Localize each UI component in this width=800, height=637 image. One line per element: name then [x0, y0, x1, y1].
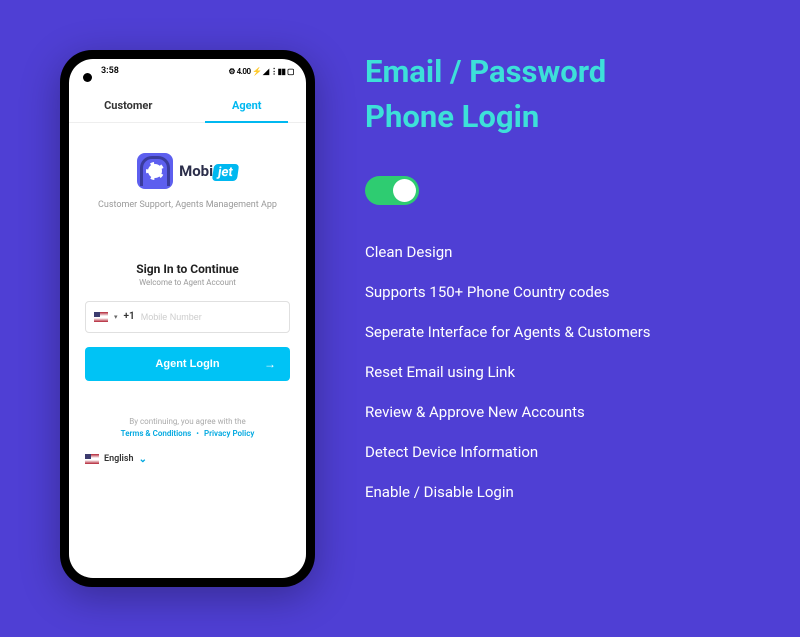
- logo-icon: [137, 153, 173, 189]
- feature-item: Detect Device Information: [365, 443, 760, 461]
- status-bar: 3:58 ⚙ 4.00 ⚡ ◢ ⋮▮▮ ▢: [69, 59, 306, 83]
- camera-dot: [83, 73, 92, 82]
- tabs: Customer Agent: [69, 83, 306, 123]
- feature-panel: Email / Password Phone Login Clean Desig…: [315, 50, 760, 597]
- phone-mockup: 3:58 ⚙ 4.00 ⚡ ◢ ⋮▮▮ ▢ Customer Agent Mob…: [60, 50, 315, 587]
- toggle-knob: [393, 179, 416, 202]
- country-flag-icon[interactable]: [94, 312, 108, 322]
- signin-subtitle: Welcome to Agent Account: [85, 278, 290, 287]
- arrow-right-icon: →: [264, 357, 276, 371]
- app-content: Mobijet Customer Support, Agents Managem…: [69, 123, 306, 578]
- mobile-number-input[interactable]: [141, 312, 281, 322]
- feature-item: Supports 150+ Phone Country codes: [365, 283, 760, 301]
- phone-number-input-group[interactable]: ▾ +1: [85, 301, 290, 333]
- signin-section: Sign In to Continue Welcome to Agent Acc…: [85, 262, 290, 465]
- chevron-down-icon[interactable]: ▾: [114, 313, 118, 321]
- dial-code: +1: [124, 311, 135, 322]
- login-button-label: Agent LogIn: [155, 358, 219, 370]
- status-time: 3:58: [101, 66, 119, 76]
- app-tagline: Customer Support, Agents Management App: [98, 199, 277, 212]
- feature-toggle[interactable]: [365, 176, 419, 205]
- feature-item: Reset Email using Link: [365, 363, 760, 381]
- tab-customer[interactable]: Customer: [69, 91, 188, 122]
- phone-screen: 3:58 ⚙ 4.00 ⚡ ◢ ⋮▮▮ ▢ Customer Agent Mob…: [69, 59, 306, 578]
- agent-login-button[interactable]: Agent LogIn →: [85, 347, 290, 381]
- feature-list: Clean Design Supports 150+ Phone Country…: [365, 243, 760, 501]
- feature-item: Review & Approve New Accounts: [365, 403, 760, 421]
- language-selector[interactable]: English ⌄: [85, 454, 290, 465]
- signin-title: Sign In to Continue: [85, 262, 290, 276]
- language-flag-icon: [85, 454, 99, 464]
- privacy-link[interactable]: Privacy Policy: [204, 429, 254, 438]
- language-label: English: [104, 454, 134, 464]
- tab-agent[interactable]: Agent: [188, 91, 307, 122]
- status-indicators: ⚙ 4.00 ⚡ ◢ ⋮▮▮ ▢: [228, 67, 294, 76]
- terms-link[interactable]: Terms & Conditions: [121, 429, 192, 438]
- chevron-down-icon: ⌄: [139, 454, 147, 465]
- headline: Email / Password Phone Login: [365, 50, 760, 140]
- legal-text: By continuing, you agree with the Terms …: [85, 416, 290, 440]
- app-logo: Mobijet: [137, 153, 238, 189]
- feature-item: Seperate Interface for Agents & Customer…: [365, 323, 760, 341]
- logo-text: Mobijet: [179, 162, 238, 181]
- feature-item: Enable / Disable Login: [365, 483, 760, 501]
- feature-item: Clean Design: [365, 243, 760, 261]
